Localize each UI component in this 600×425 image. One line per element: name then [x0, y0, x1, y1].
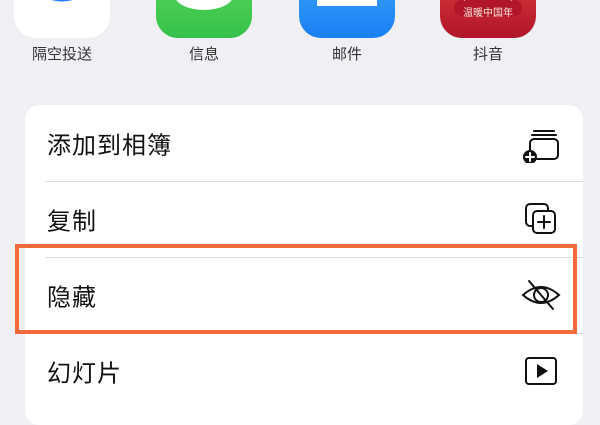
share-app-airdrop[interactable]: 隔空投送 — [12, 0, 112, 100]
add-to-album-icon — [521, 123, 561, 164]
airdrop-icon — [14, 0, 110, 38]
share-app-label: 抖音 — [472, 45, 503, 63]
menu-item-label: 添加到相簿 — [47, 131, 172, 160]
messages-icon — [156, 0, 252, 38]
share-app-label: 隔空投送 — [31, 45, 92, 63]
menu-item-label: 幻灯片 — [47, 359, 122, 388]
copy-icon — [521, 199, 561, 239]
share-app-douyin[interactable]: 温暖中国年 抖音 — [438, 0, 538, 100]
menu-item-slideshow[interactable]: 幻灯片 — [25, 333, 583, 409]
highlight-box — [15, 244, 577, 334]
douyin-icon: 温暖中国年 — [440, 0, 536, 38]
douyin-icon-text: 温暖中国年 — [463, 8, 513, 19]
play-icon — [521, 351, 561, 391]
menu-item-add-to-album[interactable]: 添加到相簿 — [25, 105, 583, 181]
share-app-label: 信息 — [188, 45, 219, 63]
share-app-row: 隔空投送 信息 邮件 温暖中国年 抖音 — [0, 0, 600, 100]
menu-item-label: 复制 — [47, 207, 97, 236]
mail-icon — [299, 0, 395, 38]
share-app-label: 邮件 — [331, 45, 362, 63]
share-app-messages[interactable]: 信息 — [154, 0, 254, 100]
share-app-mail[interactable]: 邮件 — [297, 0, 397, 100]
